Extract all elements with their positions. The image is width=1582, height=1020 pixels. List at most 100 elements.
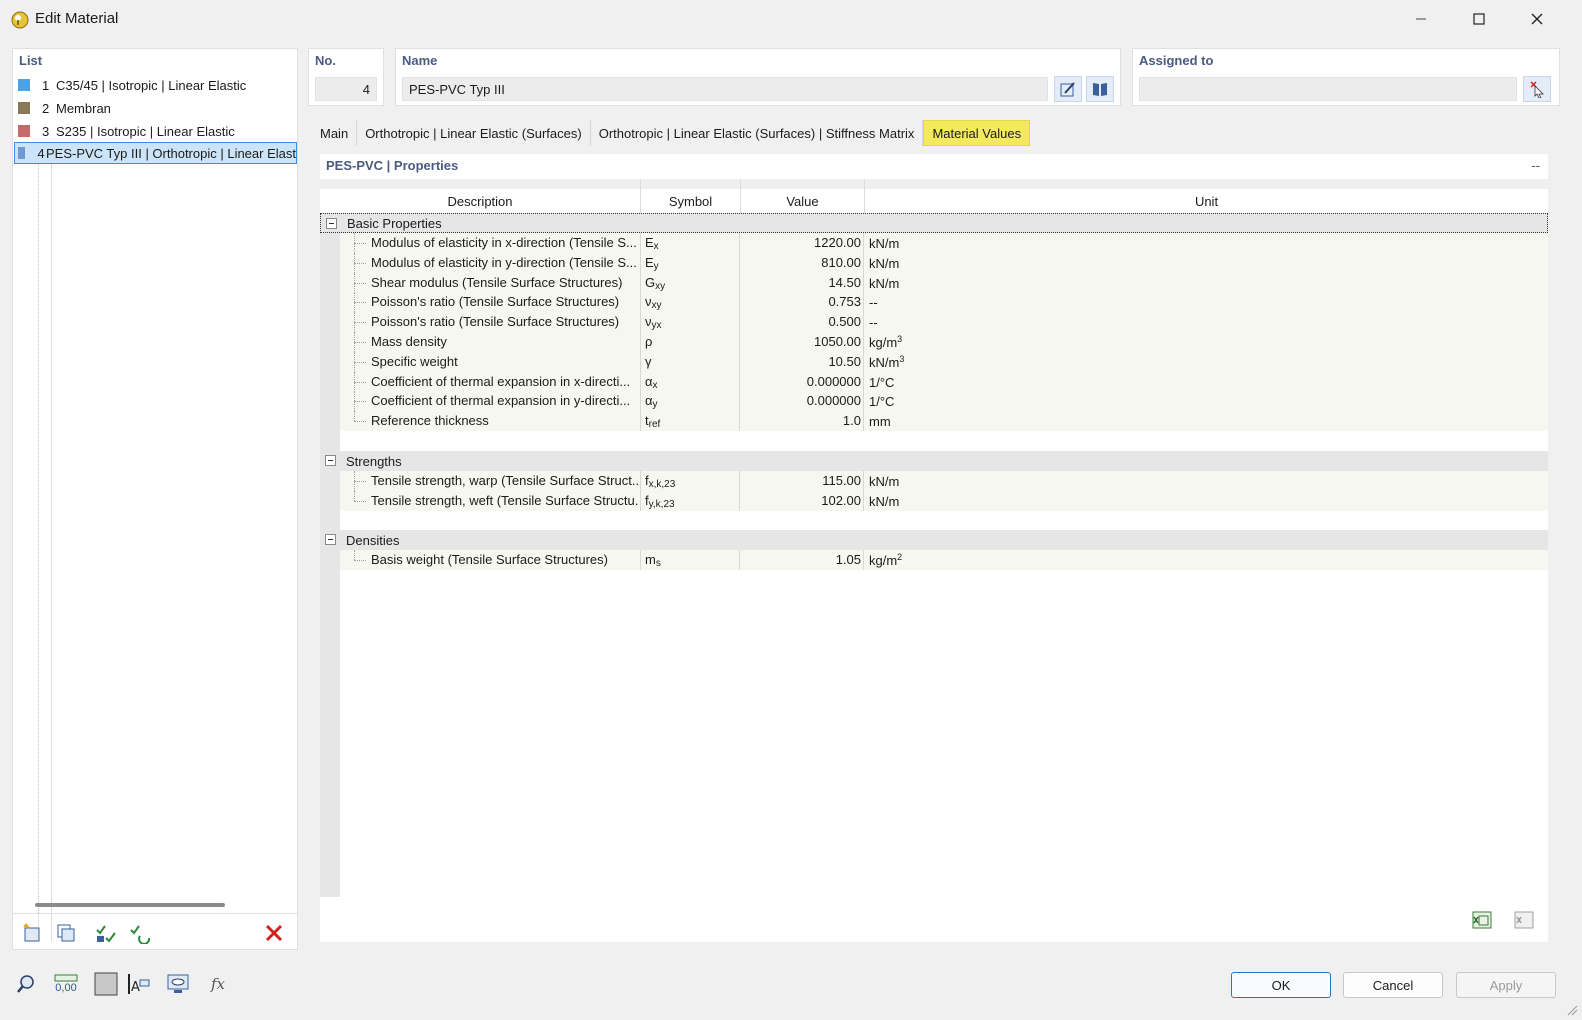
property-row[interactable]: Basis weight (Tensile Surface Structures… [340, 550, 1548, 570]
new-material-button[interactable] [19, 920, 45, 946]
cancel-button[interactable]: Cancel [1343, 972, 1443, 998]
column-header-unit[interactable]: Unit [865, 189, 1548, 213]
property-row[interactable]: Coefficient of thermal expansion in x-di… [340, 371, 1548, 392]
property-row[interactable]: Mass density ρ 1050.00 kg/m3 [340, 332, 1548, 352]
cell-divider [863, 272, 864, 293]
tab-material-values[interactable]: Material Values [923, 120, 1031, 146]
horizontal-scrollbar[interactable] [35, 903, 225, 907]
tab-orthotropic-linear-elastic[interactable]: Orthotropic | Linear Elastic (Surfaces) [357, 120, 591, 146]
help-button[interactable] [12, 970, 40, 998]
symbol-subscript: xy [651, 300, 662, 312]
column-header-symbol[interactable]: Symbol [641, 189, 741, 213]
property-row[interactable]: Specific weight γ 10.50 kN/m3 [340, 351, 1548, 372]
property-unit: kN/m [869, 255, 899, 271]
property-row[interactable]: Tensile strength, warp (Tensile Surface … [340, 471, 1548, 491]
property-value[interactable]: 102.00 [740, 493, 861, 508]
property-value[interactable]: 1.0 [740, 413, 861, 428]
maximize-button[interactable] [1456, 4, 1502, 34]
color-button[interactable] [92, 970, 120, 998]
import-excel-button[interactable] [1510, 906, 1538, 934]
cell-divider [640, 550, 641, 570]
symbol-subscript: ref [648, 419, 661, 431]
text-display-button[interactable]: A [124, 970, 152, 998]
units-button[interactable]: 0,00 [52, 970, 80, 998]
select-assigned-button[interactable] [1523, 76, 1551, 102]
property-unit: kN/m [869, 235, 899, 251]
delete-material-button[interactable] [261, 920, 287, 946]
apply-button[interactable]: Apply [1456, 972, 1556, 998]
check-all-button[interactable] [93, 920, 119, 946]
minimize-button[interactable] [1398, 4, 1444, 34]
property-value[interactable]: 1220.00 [740, 235, 861, 250]
list-item-label: S235 | Isotropic | Linear Elastic [56, 123, 235, 139]
tab-content: PES-PVC | Properties -- Description Symb… [308, 146, 1560, 956]
property-value[interactable]: 0.000000 [740, 374, 861, 389]
cell-divider [640, 272, 641, 293]
group-row[interactable]: Densities [320, 530, 1548, 550]
tab-main[interactable]: Main [312, 120, 358, 146]
app-icon [11, 11, 29, 29]
cell-divider [640, 391, 641, 412]
property-row[interactable]: Poisson's ratio (Tensile Surface Structu… [340, 312, 1548, 333]
group-label: Basic Properties [347, 215, 442, 231]
property-value[interactable]: 0.500 [740, 314, 861, 329]
list-item[interactable]: 2 Membran [14, 97, 297, 119]
property-value[interactable]: 14.50 [740, 275, 861, 290]
cell-divider [863, 351, 864, 372]
property-value[interactable]: 1050.00 [740, 334, 861, 349]
tree-branch [354, 282, 366, 284]
property-row[interactable]: Modulus of elasticity in y-direction (Te… [340, 252, 1548, 273]
copy-material-button[interactable] [53, 920, 79, 946]
check-refresh-icon [130, 925, 151, 944]
property-row[interactable]: Tensile strength, weft (Tensile Surface … [340, 490, 1548, 511]
property-description: Modulus of elasticity in x-direction (Te… [371, 235, 637, 250]
export-excel-button[interactable] [1468, 906, 1496, 934]
list-item[interactable]: 1 C35/45 | Isotropic | Linear Elastic [14, 74, 297, 96]
column-header-description[interactable]: Description [320, 189, 641, 213]
property-row[interactable]: Poisson's ratio (Tensile Surface Structu… [340, 292, 1548, 313]
property-value[interactable]: 115.00 [740, 473, 861, 488]
property-unit: kg/m3 [869, 334, 902, 350]
assigned-field[interactable] [1139, 77, 1517, 101]
symbol-subscript: x [653, 241, 659, 252]
group-row[interactable]: Basic Properties [320, 213, 1548, 233]
edit-name-button[interactable] [1054, 76, 1082, 102]
close-button[interactable] [1514, 4, 1560, 34]
copy-icon [57, 924, 75, 942]
group-row[interactable]: Strengths [320, 451, 1548, 471]
cell-divider [640, 471, 641, 491]
property-value[interactable]: 0.000000 [740, 393, 861, 408]
column-header-value[interactable]: Value [741, 189, 865, 213]
ok-button[interactable]: OK [1231, 972, 1331, 998]
collapse-icon[interactable] [326, 218, 337, 229]
property-value[interactable]: 0.753 [740, 294, 861, 309]
cell-divider [863, 292, 864, 313]
property-row[interactable]: Coefficient of thermal expansion in y-di… [340, 391, 1548, 412]
property-row[interactable]: Modulus of elasticity in x-direction (Te… [340, 233, 1548, 253]
group-label: Densities [346, 532, 400, 548]
tab-stiffness-matrix[interactable]: Orthotropic | Linear Elastic (Surfaces) … [590, 120, 924, 146]
list-item[interactable]: 3 S235 | Isotropic | Linear Elastic [14, 120, 297, 142]
property-symbol: Ey [645, 255, 659, 272]
property-description: Poisson's ratio (Tensile Surface Structu… [371, 314, 620, 330]
renumber-button[interactable] [127, 920, 153, 946]
resize-grip-icon[interactable] [1566, 1004, 1578, 1016]
property-row[interactable]: Shear modulus (Tensile Surface Structure… [340, 272, 1548, 293]
property-symbol: ms [645, 552, 661, 569]
properties-menu[interactable]: -- [1531, 158, 1540, 173]
number-field[interactable]: 4 [315, 77, 377, 101]
collapse-icon[interactable] [325, 534, 336, 545]
properties-title: PES-PVC | Properties [326, 158, 459, 173]
property-value[interactable]: 810.00 [740, 255, 861, 270]
name-field[interactable]: PES-PVC Typ III [402, 77, 1048, 101]
list-item-selected[interactable]: 4 PES-PVC Typ III | Orthotropic | Linear… [14, 142, 297, 164]
property-row[interactable]: Reference thickness tref 1.0 mm [340, 411, 1548, 432]
collapse-icon[interactable] [325, 455, 336, 466]
unit-text: kN/m [869, 236, 900, 251]
cell-divider [863, 332, 864, 352]
formula-button[interactable]: fx [204, 970, 232, 998]
library-button[interactable] [1086, 76, 1114, 102]
view-button[interactable] [164, 970, 192, 998]
property-value[interactable]: 1.05 [740, 552, 861, 567]
property-value[interactable]: 10.50 [740, 354, 861, 369]
